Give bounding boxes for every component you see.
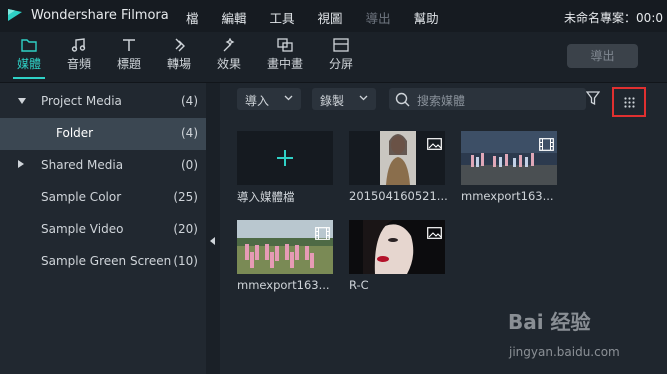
picture-in-picture-icon [277,38,293,52]
sidebar-item-count: (25) [173,190,198,204]
sidebar-item-label: Sample Video [41,222,124,236]
collapse-sidebar-icon[interactable] [210,237,215,245]
sidebar-item-count: (4) [181,126,198,140]
grid-dots-icon [624,97,635,108]
chevron-down-icon [284,95,293,101]
tab-pip[interactable]: 畫中畫 [261,35,309,72]
tab-split-screen[interactable]: 分屏 [317,35,365,72]
tab-audio[interactable]: 音頻 [55,35,103,72]
title-bar: Wondershare Filmora 檔 編輯 工具 視圖 導出 幫助 未命名… [0,0,667,32]
menu-bar: 檔 編輯 工具 視圖 導出 幫助 [186,8,462,27]
main-toolbar: 媒體 音頻 標題 轉場 效果 畫中畫 分屏 導出 [0,32,667,83]
media-thumbnail[interactable] [349,131,445,185]
tab-label: 分屏 [328,57,353,71]
sidebar-item-label: Shared Media [41,158,124,172]
plus-icon [277,150,293,166]
tab-label: 標題 [116,57,141,71]
media-panel: 導入 錄製 搜索媒體 導入媒體檔 201504160521... mmexpor… [220,83,667,374]
music-note-icon [71,38,86,52]
video-badge-icon [315,227,330,240]
baidu-watermark-url: jingyan.baidu.com [509,345,620,359]
import-label: 導入 [245,94,270,108]
media-library-sidebar: Project Media (4) Folder (4) Shared Medi… [0,83,206,374]
tab-effects[interactable]: 效果 [205,35,253,72]
sidebar-item-count: (20) [173,222,198,236]
video-badge-icon [539,138,554,151]
sidebar-item-shared-media[interactable]: Shared Media (0) [0,150,206,182]
export-button[interactable]: 導出 [567,44,638,68]
app-title: Wondershare Filmora [31,8,169,23]
import-dropdown[interactable]: 導入 [237,88,301,110]
sidebar-item-project-media[interactable]: Project Media (4) [0,86,206,118]
search-icon [395,92,410,107]
import-tile-thumb[interactable] [237,131,333,185]
tile-caption: 201504160521... [349,189,448,203]
menu-export[interactable]: 導出 [366,8,391,27]
sidebar-item-sample-green-screen[interactable]: Sample Green Screen (10) [0,246,206,278]
search-input[interactable]: 搜索媒體 [417,92,465,109]
sidebar-item-count: (10) [173,254,198,268]
tile-caption: 導入媒體檔 [237,190,295,204]
record-label: 錄製 [320,94,345,108]
split-screen-icon [333,38,349,52]
caret-right-icon[interactable] [18,160,24,168]
sidebar-item-sample-color[interactable]: Sample Color (25) [0,182,206,214]
baidu-watermark: Bai 经验 [508,310,591,334]
sidebar-item-count: (4) [181,94,198,108]
sidebar-item-label: Sample Color [41,190,122,204]
sidebar-item-folder[interactable]: Folder (4) [0,118,206,150]
sidebar-item-label: Folder [56,126,94,140]
media-thumbnail[interactable] [349,220,445,274]
caret-down-icon[interactable] [18,98,26,104]
image-badge-icon [427,227,442,239]
panel-splitter[interactable] [206,83,220,374]
filmora-logo [8,9,22,21]
search-media-field[interactable]: 搜索媒體 [389,88,586,110]
tab-label: 轉場 [166,57,191,71]
menu-file[interactable]: 檔 [186,8,199,27]
text-icon [123,39,135,51]
menu-tools[interactable]: 工具 [270,8,295,27]
tab-label: 效果 [216,57,241,71]
tab-label: 畫中畫 [266,57,303,71]
tile-caption: mmexport163... [461,189,554,203]
tab-media[interactable]: 媒體 [5,35,53,79]
tab-label: 媒體 [16,57,41,71]
active-tab-indicator [13,77,45,79]
folder-icon [21,39,37,52]
sidebar-item-count: (0) [181,158,198,172]
tab-transitions[interactable]: 轉場 [155,35,203,72]
tile-caption: R-C [349,278,369,292]
tile-caption: mmexport163... [237,278,330,292]
sidebar-item-label: Sample Green Screen [41,254,172,268]
grid-view-button[interactable] [612,87,646,117]
record-dropdown[interactable]: 錄製 [312,88,376,110]
media-thumbnail[interactable] [237,220,333,274]
media-thumbnail[interactable] [461,131,557,185]
image-badge-icon [427,138,442,150]
project-title: 未命名專案：00:0 [564,11,663,25]
chevron-down-icon [359,95,368,101]
effects-icon [223,38,235,52]
menu-help[interactable]: 幫助 [414,8,439,27]
tab-titles[interactable]: 標題 [105,35,153,72]
sidebar-item-sample-video[interactable]: Sample Video (20) [0,214,206,246]
sidebar-item-label: Project Media [41,94,122,108]
menu-edit[interactable]: 編輯 [222,8,247,27]
transition-icon [175,38,185,52]
tab-label: 音頻 [66,57,91,71]
menu-view[interactable]: 視圖 [318,8,343,27]
filter-icon[interactable] [586,91,600,106]
